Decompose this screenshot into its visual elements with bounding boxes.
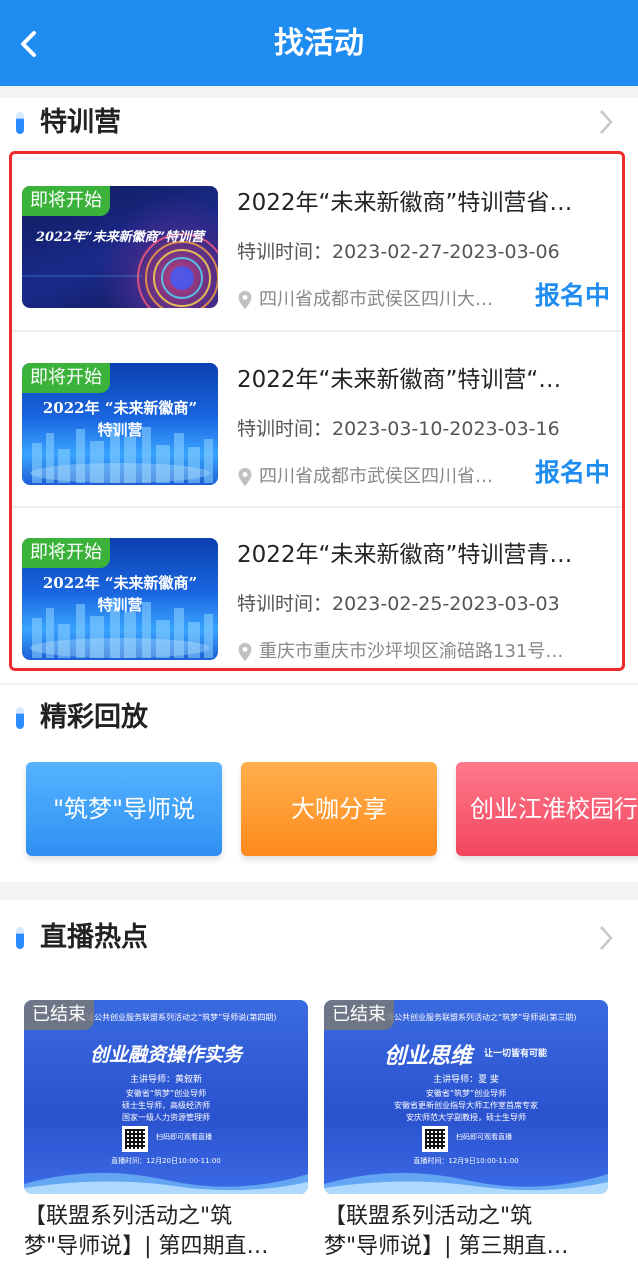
poster-qr-label: 扫码即可观看直播	[456, 1133, 512, 1141]
section-marker-icon	[16, 707, 24, 729]
poster-desc-3: 安庆师范大学副教授，硕士生导师	[406, 1113, 526, 1122]
chevron-right-icon[interactable]	[596, 924, 616, 952]
poster-title: 创业融资操作实务	[89, 1044, 242, 1066]
skyline-wave-graphic	[324, 1172, 608, 1194]
replay-mentor-talk-button[interactable]: "筑梦"导师说	[26, 762, 222, 856]
poster-desc-2: 硕士生导师，高级经济师	[122, 1101, 210, 1110]
skyline-wave-graphic	[24, 1172, 308, 1194]
poster-mentor: 主讲导师：黄叙新	[129, 1075, 202, 1085]
live-title: 【联盟系列活动之"筑 梦"导师说】| 第四期直…	[24, 1202, 314, 1262]
qr-code-icon	[122, 1126, 148, 1152]
qr-code-icon	[422, 1126, 448, 1152]
poster-qr-label: 扫码即可观看直播	[156, 1133, 212, 1141]
poster-title: 创业思维	[384, 1044, 473, 1069]
highlight-frame	[9, 151, 625, 671]
live-section-title: 直播热点	[40, 922, 148, 953]
replay-section-title: 精彩回放	[40, 702, 148, 733]
live-title-line1: 【联盟系列活动之"筑	[324, 1204, 533, 1229]
poster-desc-1: 安徽省“筑梦”创业导师	[125, 1089, 207, 1098]
top-navigation-bar: 找活动	[0, 0, 638, 86]
poster-mentor: 主讲导师：夏 斐	[433, 1075, 499, 1085]
page: 找活动 特训营 即将开始 2022年“未来新徽商”特训营 2022年“未来新徽商	[0, 0, 638, 1267]
replay-expert-share-button[interactable]: 大咖分享	[241, 762, 437, 856]
section-marker-icon	[16, 112, 24, 134]
live-section-header[interactable]: 直播热点	[0, 900, 638, 972]
live-poster-1: 长三角区域公共创业服务联盟系列活动之“筑梦”导师说(第四期) 创业融资操作实务 …	[24, 1000, 308, 1194]
poster-desc-1: 安徽省“筑梦”创业导师	[425, 1089, 507, 1098]
section-marker-icon	[16, 927, 24, 949]
live-title-line2: 梦"导师说】| 第三期直…	[324, 1234, 569, 1259]
poster-desc-3: 国家一级人力资源管理师	[122, 1113, 210, 1122]
ended-badge: 已结束	[324, 1000, 394, 1030]
ended-badge: 已结束	[24, 1000, 94, 1030]
live-title-line1: 【联盟系列活动之"筑	[24, 1204, 233, 1229]
replay-campus-tour-button[interactable]: 创业江淮校园行	[456, 762, 638, 856]
live-title-line2: 梦"导师说】| 第四期直…	[24, 1234, 269, 1259]
poster-subtitle: 让一切皆有可能	[484, 1049, 548, 1059]
live-poster-2: 长三角区域公共创业服务联盟系列活动之“筑梦”导师说(第三期) 创业思维 让一切皆…	[324, 1000, 608, 1194]
training-section-title: 特训营	[40, 107, 121, 138]
live-title: 【联盟系列活动之"筑 梦"导师说】| 第三期直…	[324, 1202, 614, 1262]
chevron-right-icon[interactable]	[596, 108, 616, 136]
poster-desc-2: 安徽省更新创业指导大师工作室首席专家	[394, 1101, 538, 1110]
page-title: 找活动	[274, 26, 364, 61]
replay-section-header: 精彩回放	[0, 685, 638, 757]
